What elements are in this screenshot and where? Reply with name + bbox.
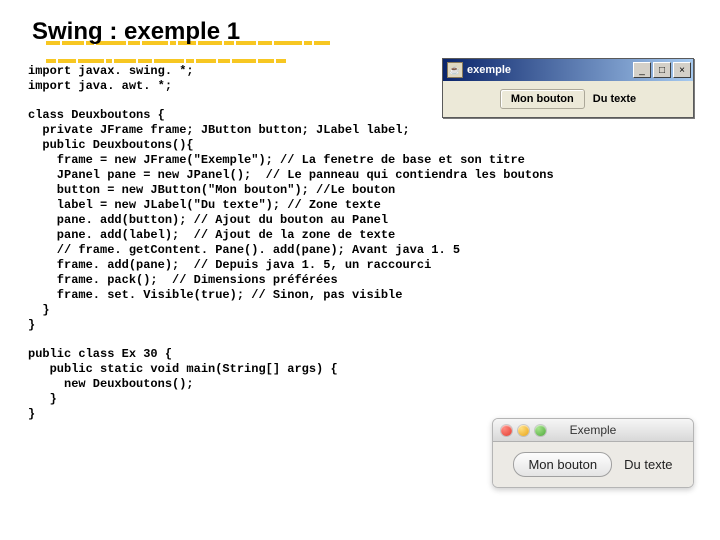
du-texte-label: Du texte <box>624 457 672 472</box>
mon-bouton-button[interactable]: Mon bouton <box>500 89 585 109</box>
mac-window-body: Mon bouton Du texte <box>493 442 693 487</box>
window-titlebar: ☕ exemple _ □ × <box>443 59 693 81</box>
coffee-cup-icon: ☕ <box>447 62 463 78</box>
mon-bouton-button[interactable]: Mon bouton <box>513 452 612 477</box>
minimize-button[interactable]: _ <box>633 62 651 78</box>
windows-example-window: ☕ exemple _ □ × Mon bouton Du texte <box>442 58 694 118</box>
mac-example-window: Exemple Mon bouton Du texte <box>492 418 694 488</box>
maximize-button[interactable]: □ <box>653 62 671 78</box>
mac-window-title: Exemple <box>493 423 693 437</box>
du-texte-label: Du texte <box>593 93 636 105</box>
page-title: Swing : exemple 1 <box>28 18 692 46</box>
code-class-ex30: public class Ex 30 { public static void … <box>28 347 692 422</box>
window-title: exemple <box>467 64 631 76</box>
mac-titlebar: Exemple <box>493 419 693 442</box>
code-class-deuxboutons: class Deuxboutons { private JFrame frame… <box>28 108 692 333</box>
close-button[interactable]: × <box>673 62 691 78</box>
window-body: Mon bouton Du texte <box>443 81 693 117</box>
